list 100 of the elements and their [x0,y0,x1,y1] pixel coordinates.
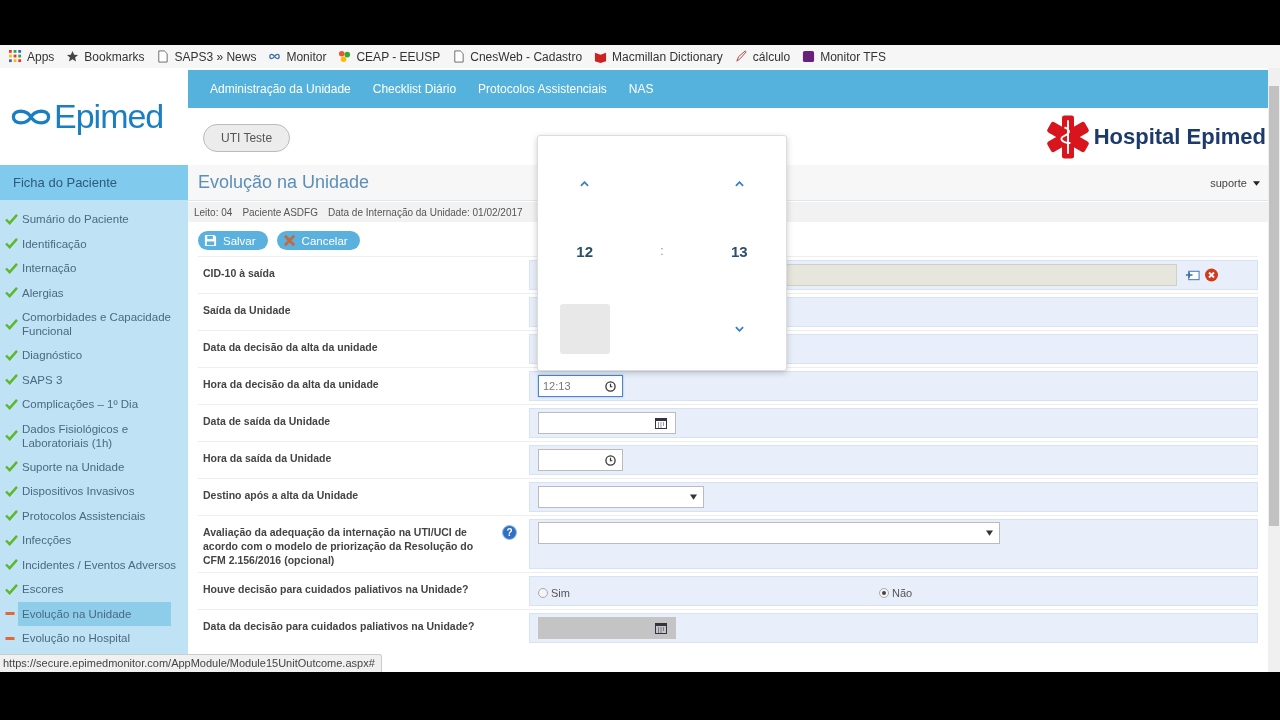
book-icon [594,50,608,63]
clock-icon[interactable] [605,454,616,466]
check-icon [5,461,18,473]
bookmark-link[interactable]: CEAP - EEUSP [338,49,441,64]
sidebar-item[interactable]: Evolução no Hospital [0,626,188,651]
check-icon [5,349,18,361]
scrollbar[interactable] [1268,68,1280,672]
user-menu[interactable]: suporte [1210,176,1260,189]
field-label: CID-10 à saída [203,266,275,280]
square-logo-icon [802,50,816,63]
nav-link[interactable]: Protocolos Assistenciais [478,82,607,96]
sidebar-item[interactable]: Protocolos Assistenciais [0,503,188,528]
time-field[interactable] [538,449,623,471]
chevron-up-icon[interactable] [734,181,744,187]
chevron-down-icon[interactable] [734,326,744,332]
hour-value: 12 [576,243,593,261]
caret-icon[interactable] [1253,181,1260,187]
check-icon [5,262,18,274]
calendar-icon[interactable] [655,417,667,429]
sidebar-title: Ficha do Paciente [0,165,188,200]
bookmark-link[interactable]: Monitor [268,49,327,64]
check-icon [5,534,18,546]
sidebar-item[interactable]: Internação [0,256,188,281]
check-icon [5,318,18,330]
radio-option[interactable]: Não [879,587,1220,599]
field-label: Data de saída da Unidade [203,414,331,428]
save-button[interactable]: Salvar [198,231,268,250]
radio-button[interactable] [538,588,548,598]
check-icon [5,213,18,225]
nav-link[interactable]: NAS [628,82,654,96]
nav-link[interactable]: Checklist Diário [372,82,457,96]
sidebar-item[interactable]: Dados Fisiológicos e Laboratoriais (1h) [0,416,188,455]
field-label: Saída da Unidade [203,303,291,317]
sidebar-item[interactable]: Suporte na Unidade [0,454,188,479]
check-icon [5,374,18,386]
add-icon[interactable] [1185,268,1200,282]
unit-button[interactable]: UTI Teste [203,123,291,152]
sidebar-item[interactable]: Diagnóstico [0,343,188,368]
bookmark-link[interactable]: Apps [9,49,55,64]
page-title: Evolução na Unidade [198,172,370,193]
bookmark-link[interactable]: cálculo [734,49,791,64]
colorful-logo-icon [338,50,352,63]
check-icon [5,238,18,250]
clock-icon[interactable] [605,380,616,392]
radio-button[interactable] [879,588,889,598]
field-label: Data da decisão da alta da unidade [203,340,378,354]
sidebar-item[interactable]: Identificação [0,231,188,256]
sidebar-item[interactable]: Sumário do Paciente [0,207,188,232]
check-icon [5,430,18,441]
bookmark-link[interactable]: SAPS3 » News [156,49,257,64]
bookmark-link[interactable]: Macmillan Dictionary [594,49,723,64]
sidebar-item[interactable]: SAPS 3 [0,367,188,392]
bookmark-link[interactable]: Monitor TFS [802,49,886,64]
sidebar-item[interactable]: Escores [0,577,188,602]
minute-value: 13 [730,243,748,261]
sidebar-item[interactable]: Comorbidades e Capacidade Funcional [0,305,188,343]
check-icon [5,583,18,595]
bookmark-link[interactable]: CnesWeb - Cadastro [452,49,583,64]
check-icon [5,398,18,410]
chevron-up-icon[interactable] [580,181,590,187]
sidebar-item[interactable]: Dispositivos Invasivos [0,479,188,504]
patient-info: Leito: 04 [194,206,233,218]
help-button[interactable]: ? [502,525,517,540]
apps-grid-icon [9,50,22,63]
dropdown-arrow-icon[interactable] [986,530,993,536]
check-icon [5,559,18,571]
field-label: Hora da saída da Unidade [203,451,332,465]
field-label: Avaliação da adequação da internação na UTI/UCI de acordo com o modelo de priorização da Resolução do CFM 2.156/2016 (opcional) [203,525,475,567]
time-field[interactable]: 12:13 [538,375,623,397]
patient-info: Data de Internação da Unidade: 01/02/2017 [327,206,523,218]
star-icon [66,50,80,63]
x-icon [282,234,296,247]
check-icon [5,287,18,299]
dropdown-arrow-icon[interactable] [690,494,697,500]
date-field[interactable] [538,412,676,434]
hospital-logo-text: Hospital Epimed [1093,123,1266,150]
sidebar-item[interactable]: Infecções [0,528,188,553]
field-label: Destino após a alta da Unidade [203,488,359,502]
cancel-button[interactable]: Cancelar [276,231,360,250]
sidebar-item[interactable]: Complicações – 1º Dia [0,392,188,417]
bookmark-link[interactable]: Bookmarks [66,49,145,64]
epimed-logo: Epimed [0,68,188,165]
patient-info: Paciente ASDFG [242,206,318,218]
dash-icon [5,612,15,616]
page-icon [156,50,170,63]
sidebar-item[interactable]: Alergias [0,280,188,305]
time-separator: : [660,244,664,258]
remove-icon[interactable] [1204,268,1219,282]
pen-icon [734,50,748,63]
radio-option[interactable]: Sim [538,587,879,599]
field-label: Data da decisão para cuidados paliativos na Unidade? [203,619,475,633]
sidebar-item[interactable]: Incidentes / Eventos Adversos [0,552,188,577]
status-url: https://secure.epimedmonitor.com/AppModule/Module15UnitOutcome.aspx# [0,654,382,672]
field-label: Houve decisão para cuidados paliativos na Unidade? [203,582,469,596]
check-icon [5,510,18,522]
nav-link[interactable]: Administração da Unidade [210,82,351,96]
page-icon [452,50,466,63]
check-icon [5,485,18,497]
field-label: Hora da decisão da alta da unidade [203,377,379,391]
dash-icon [5,636,15,640]
